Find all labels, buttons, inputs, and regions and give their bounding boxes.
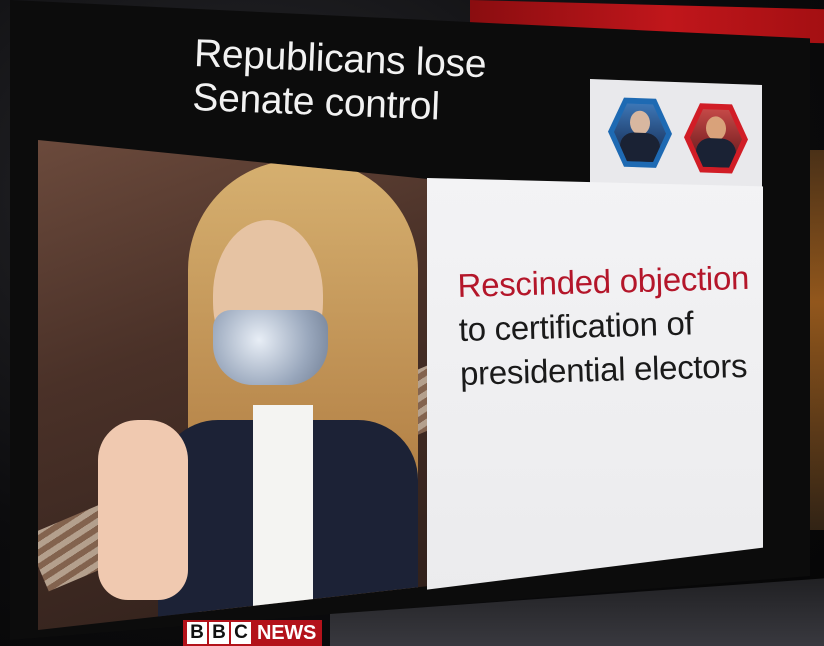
candidate-portraits	[590, 78, 762, 198]
logo-news-word: NEWS	[257, 622, 317, 644]
studio-edge-reflection	[810, 150, 824, 530]
logo-letter-c: C	[231, 622, 251, 644]
bbc-news-logo: B B C NEWS	[183, 620, 323, 646]
logo-letter-b2: B	[209, 622, 229, 644]
headline: Republicans lose Senate control	[192, 32, 487, 131]
blue-hexagon-portrait	[608, 96, 672, 170]
senator-photo	[38, 140, 430, 630]
panel-accent-line: Rescinded objection	[457, 258, 750, 304]
broadcast-frame: Republicans lose Senate control Rescinde…	[0, 0, 824, 646]
panel-caption: Rescinded objection to certification of …	[457, 256, 752, 396]
logo-letter-b1: B	[187, 622, 207, 644]
panel-line-3: presidential electors	[459, 346, 748, 392]
text-panel: Rescinded objection to certification of …	[427, 178, 763, 590]
red-hexagon-portrait	[684, 101, 748, 175]
